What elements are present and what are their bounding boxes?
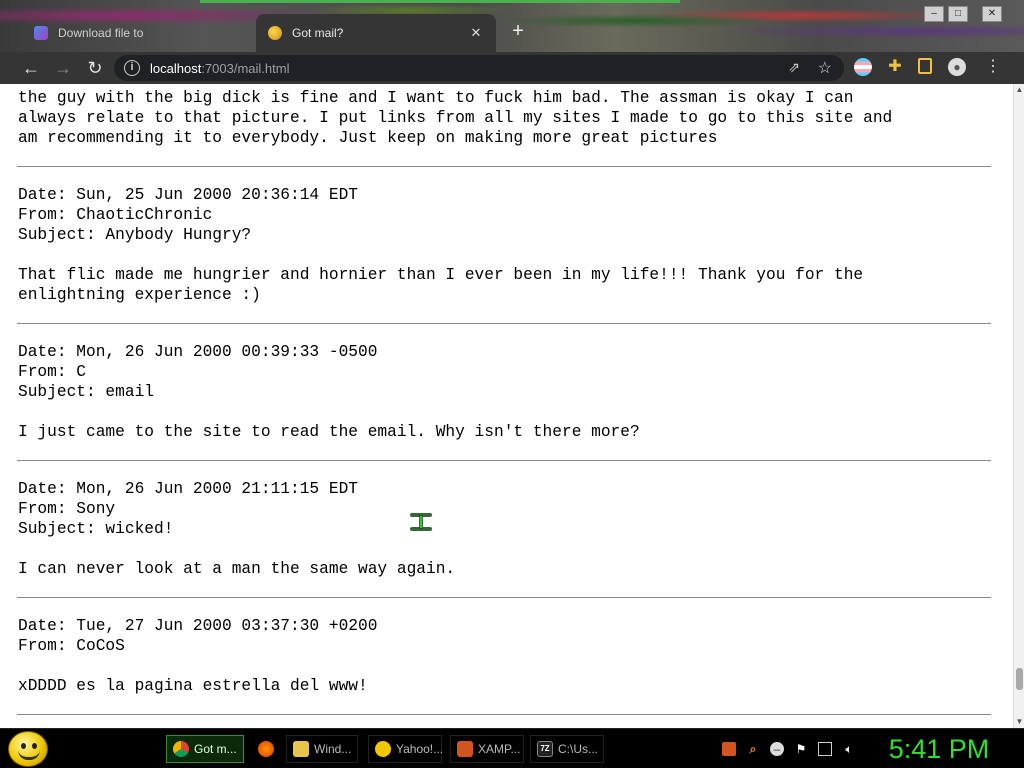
taskbar: Got m... Wind... Yahoo!... XAMP... 7Z C:… [0,728,1024,768]
taskbar-item-xampp[interactable]: XAMP... [450,735,524,763]
message-body-line: I can never look at a man the same way a… [18,560,456,578]
extensions-puzzle-icon[interactable]: ✚ [886,58,904,76]
browser-toolbar: ← → ↻ i localhost:7003/mail.html ⇗ ☆ ✚ ●… [0,52,1024,84]
titlebar-accent-line [200,0,680,3]
taskbar-item-label: Yahoo!... [396,742,444,756]
message-from: From: C [18,363,86,381]
mail-message: Date: Sun, 25 Jun 2000 20:36:14 EDT From… [18,185,992,305]
taskbar-item-yahoo[interactable]: Yahoo!... [368,735,444,763]
message-from: From: ChaoticChronic [18,206,213,224]
xampp-icon [457,741,473,757]
window-close-button[interactable]: ✕ [982,6,1002,22]
text-cursor-icon [410,513,432,531]
taskbar-item-chrome[interactable]: Got m... [166,735,244,763]
start-button-smiley-icon[interactable] [8,731,48,767]
share-icon[interactable]: ⇗ [788,59,800,76]
taskbar-item-windows-folder[interactable]: Wind... [286,735,358,763]
tab-download-file[interactable]: Download file to [22,14,254,52]
url-path: :7003/mail.html [201,60,290,76]
message-from: From: CoCoS [18,637,125,655]
window-maximize-button[interactable]: □ [948,6,968,22]
message-separator [17,323,991,324]
tab-title: Download file to [58,26,144,40]
extension-flag-icon[interactable] [854,58,872,76]
firefox-icon [258,741,274,757]
message-subject: Subject: email [18,383,154,401]
taskbar-item-label: XAMP... [478,742,521,756]
message-body-line: I just came to the site to read the emai… [18,423,640,441]
message-separator [17,597,991,598]
tray-volume-icon[interactable]: 🔈︎ [842,742,856,756]
folder-icon [293,741,309,757]
mail-content: the guy with the big dick is fine and I … [17,84,992,728]
page-viewport: the guy with the big dick is fine and I … [0,84,1013,728]
mail-message: Date: Mon, 26 Jun 2000 21:11:15 EDT From… [18,479,992,579]
reload-button[interactable]: ↻ [82,56,108,80]
side-panel-icon[interactable] [918,58,932,74]
message-body-line: always relate to that picture. I put lin… [18,109,893,127]
taskbar-item-label: C:\Us... [558,742,599,756]
message-date: Date: Sun, 25 Jun 2000 20:36:14 EDT [18,186,358,204]
scroll-down-arrow-icon[interactable]: ▼ [1014,716,1024,728]
message-date: Date: Tue, 27 Jun 2000 03:37:30 +0200 [18,617,378,635]
arrow-right-icon: → [54,58,72,78]
tray-search-icon[interactable]: ⌕ [746,742,760,756]
site-info-icon[interactable]: i [124,60,140,76]
message-date: Date: Mon, 26 Jun 2000 21:11:15 EDT [18,480,358,498]
7zip-icon: 7Z [537,741,553,757]
yahoo-messenger-icon [375,741,391,757]
reload-icon: ↻ [87,58,103,78]
message-body-line: xDDDD es la pagina estrella del www! [18,677,368,695]
profile-avatar-icon[interactable]: ● [948,58,966,76]
message-date: Date: Mon, 26 Jun 2000 00:39:33 -0500 [18,343,378,361]
mail-message: Date: Tue, 27 Jun 2000 03:37:30 +0200 Fr… [18,616,992,696]
browser-titlebar: Download file to Got mail? ✕ + – □ ✕ [0,0,1024,52]
message-body-line: enlightning experience :) [18,286,261,304]
tab-favicon [268,26,282,40]
back-button[interactable]: ← [18,56,44,80]
scroll-up-arrow-icon[interactable]: ▲ [1014,84,1024,96]
url-host: localhost [150,60,202,76]
tab-favicon [34,26,48,40]
message-subject: Subject: Anybody Hungry? [18,226,252,244]
tab-close-icon[interactable]: ✕ [468,25,484,41]
scrollbar-thumb[interactable] [1016,668,1023,690]
mail-message: Date: Mon, 26 Jun 2000 00:39:33 -0500 Fr… [18,342,992,442]
taskbar-item-label: Got m... [194,742,237,756]
taskbar-item-firefox[interactable] [254,735,278,763]
star-icon[interactable]: ☆ [818,58,832,78]
forward-button[interactable]: → [50,56,76,80]
tray-xampp-icon[interactable] [722,742,736,756]
tray-flag-icon[interactable]: ⚑ [794,742,808,756]
address-bar[interactable]: i localhost:7003/mail.html ⇗ ☆ [114,55,844,81]
taskbar-item-label: Wind... [314,742,352,756]
chrome-icon [173,741,189,757]
message-separator [17,166,991,167]
taskbar-clock[interactable]: 5:41 PM [884,732,994,766]
tab-got-mail[interactable]: Got mail? ✕ [256,14,496,52]
message-subject: Subject: wicked! [18,520,174,538]
message-body-line: the guy with the big dick is fine and I … [18,89,854,107]
message-body-line: That flic made me hungrier and hornier t… [18,266,864,284]
taskbar-item-7zip-path[interactable]: 7Z C:\Us... [530,735,604,763]
window-minimize-button[interactable]: – [924,6,944,22]
page-scrollbar[interactable]: ▲ ▼ [1013,84,1024,728]
arrow-left-icon: ← [22,58,40,78]
tray-network-icon[interactable] [818,742,832,756]
new-tab-button[interactable]: + [508,20,528,42]
menu-dots-icon[interactable]: ⋮ [984,58,1002,76]
tray-chat-icon[interactable]: – [770,742,784,756]
message-body-line: am recommending it to everybody. Just ke… [18,129,718,147]
message-from: From: Sony [18,500,116,518]
tab-title: Got mail? [292,26,344,40]
message-separator [17,460,991,461]
message-separator [17,714,991,715]
